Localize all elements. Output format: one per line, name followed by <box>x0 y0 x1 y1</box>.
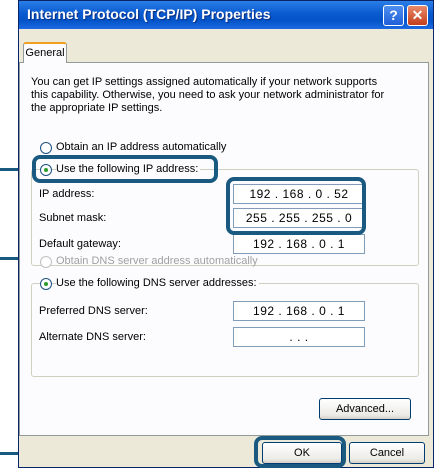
label-alternate-dns: Alternate DNS server: <box>39 331 146 343</box>
label-default-gateway: Default gateway: <box>39 238 121 250</box>
cancel-button[interactable]: Cancel <box>349 442 425 464</box>
title-bar[interactable]: Internet Protocol (TCP/IP) Properties ? … <box>19 1 433 29</box>
label-subnet-mask: Subnet mask: <box>39 212 107 224</box>
label-use-following-dns[interactable]: Use the following DNS server addresses: <box>56 277 259 289</box>
label-obtain-ip-auto[interactable]: Obtain an IP address automatically <box>56 141 226 153</box>
close-button[interactable]: ✕ <box>407 5 428 26</box>
label-ip-address: IP address: <box>39 188 95 200</box>
highlight-ip-subnet-fields <box>226 177 366 235</box>
default-gateway-input[interactable]: 192 . 168 . 0 . 1 <box>233 234 365 254</box>
advanced-button[interactable]: Advanced... <box>319 398 411 420</box>
window-title: Internet Protocol (TCP/IP) Properties <box>27 6 271 22</box>
intro-text-line-2: this capability. Otherwise, you need to … <box>31 89 385 101</box>
help-button[interactable]: ? <box>383 5 404 26</box>
close-icon: ✕ <box>411 7 424 23</box>
dialog-window: Internet Protocol (TCP/IP) Properties ? … <box>18 0 434 468</box>
preferred-dns-input[interactable]: 192 . 168 . 0 . 1 <box>233 301 365 321</box>
intro-text-line-1: You can get IP settings assigned automat… <box>31 76 378 88</box>
question-mark-icon: ? <box>389 7 398 23</box>
intro-text-line-3: the appropriate IP settings. <box>31 102 163 114</box>
highlight-ok-button <box>254 436 346 468</box>
radio-selected-dot <box>44 282 48 286</box>
tab-general[interactable]: General <box>23 42 67 63</box>
radio-use-following-dns[interactable] <box>40 278 52 290</box>
alternate-dns-input[interactable]: . . . <box>233 327 365 347</box>
highlight-use-following-ip <box>32 155 218 183</box>
radio-obtain-ip-auto[interactable] <box>40 142 52 154</box>
radio-obtain-dns-auto[interactable] <box>40 256 52 268</box>
label-obtain-dns-auto[interactable]: Obtain DNS server address automatically <box>56 255 258 267</box>
label-preferred-dns: Preferred DNS server: <box>39 305 148 317</box>
